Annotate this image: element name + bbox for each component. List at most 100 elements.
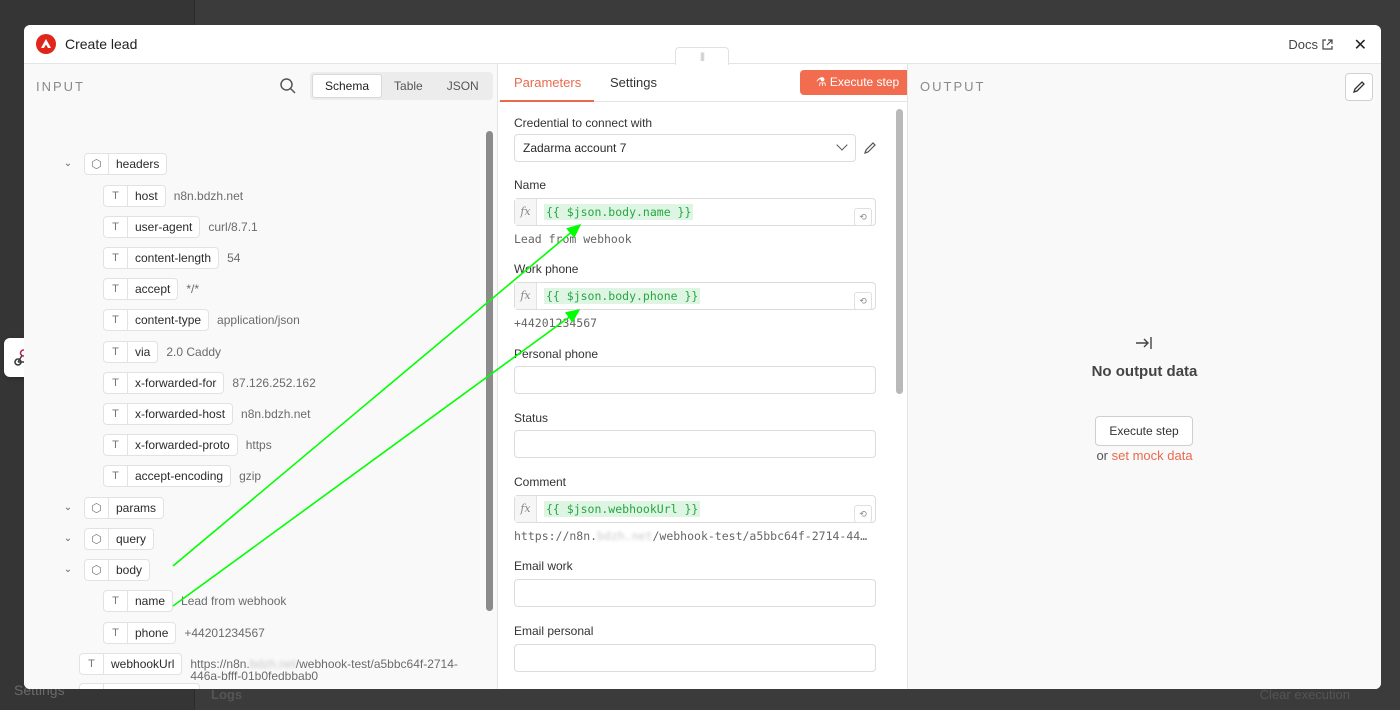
field-label-email-work: Email work — [514, 559, 573, 573]
tree-row-x-forwarded-for[interactable]: Tx-forwarded-for 87.126.252.162 — [103, 372, 316, 394]
schema-value: test — [208, 687, 227, 689]
email-work-input[interactable] — [514, 579, 876, 607]
input-scrollbar[interactable] — [486, 131, 493, 611]
tab-parameters[interactable]: Parameters — [514, 75, 581, 90]
reset-icon[interactable]: ⟲ — [854, 505, 872, 523]
schema-key-label: via — [135, 345, 151, 359]
schema-value: n8n.bdzh.net — [241, 407, 311, 421]
tree-row-name[interactable]: Tname Lead from webhook — [103, 590, 286, 612]
comment-expression-input[interactable]: fx {{ $json.webhookUrl }} ⟲ — [514, 495, 876, 523]
execute-step-label: Execute step — [829, 75, 900, 89]
output-panel: OUTPUT No output data Execute step or se… — [908, 64, 1381, 689]
schema-key-pill[interactable]: Tcontent-type — [103, 309, 210, 331]
tree-row-user-agent[interactable]: Tuser-agent curl/8.7.1 — [103, 216, 258, 238]
schema-key-pill[interactable]: ⬡ headers — [84, 153, 168, 175]
tree-row-accept-encoding[interactable]: Taccept-encoding gzip — [103, 465, 261, 487]
comment-preview: https://n8n.bdzh.net/webhook-test/a5bbc6… — [514, 529, 876, 543]
or-label: or — [1096, 448, 1108, 463]
comment-preview-prefix: https://n8n. — [514, 529, 598, 543]
schema-key-label: params — [116, 501, 157, 515]
string-type-icon: T — [104, 217, 128, 237]
credential-select[interactable]: Zadarma account 7 — [514, 134, 856, 162]
schema-key-pill[interactable]: ⬡ body — [84, 559, 151, 581]
schema-key-label: accept-encoding — [135, 469, 224, 483]
tree-row-phone[interactable]: Tphone +44201234567 — [103, 622, 265, 644]
tree-row-body[interactable]: ⌄ ⬡ body — [62, 559, 151, 581]
status-input[interactable] — [514, 430, 876, 458]
schema-key-pill[interactable]: TwebhookUrl — [79, 653, 183, 675]
schema-value: 54 — [227, 251, 241, 265]
schema-key-pill[interactable]: Taccept-encoding — [103, 465, 232, 487]
string-type-icon: T — [80, 684, 104, 689]
schema-key-pill[interactable]: Tvia — [103, 341, 159, 363]
execute-step-button[interactable]: ⚗ Execute step — [800, 70, 907, 95]
tab-settings[interactable]: Settings — [610, 75, 657, 90]
output-panel-label: OUTPUT — [920, 79, 986, 94]
edit-output-button[interactable] — [1345, 73, 1373, 101]
schema-tree: ⌄ ⬡ headers Thost n8n.bdzh.net Tuser-agent cur… — [24, 64, 497, 689]
personal-phone-input[interactable] — [514, 366, 876, 394]
modal-title: Create lead — [65, 36, 138, 52]
schema-value: +44201234567 — [184, 626, 265, 640]
string-type-icon: T — [104, 591, 128, 611]
email-personal-input[interactable] — [514, 644, 876, 672]
tree-row-executionMode[interactable]: TexecutionMode test — [79, 683, 228, 689]
schema-key-pill[interactable]: ⬡ query — [84, 528, 155, 550]
work-phone-preview: +44201234567 — [514, 316, 598, 330]
reset-icon[interactable]: ⟲ — [854, 208, 872, 226]
chevron-down-icon[interactable]: ⌄ — [62, 533, 74, 545]
params-scrollbar[interactable] — [896, 109, 903, 394]
schema-key-label: content-type — [135, 313, 202, 327]
chevron-down-icon[interactable]: ⌄ — [62, 564, 74, 576]
parameters-panel: Parameters Settings ⚗ Execute step Crede… — [498, 64, 908, 689]
tree-row-content-type[interactable]: Tcontent-type application/json — [103, 309, 300, 331]
comment-expression-code: {{ $json.webhookUrl }} — [544, 501, 701, 517]
close-button[interactable]: ✕ — [1354, 35, 1367, 55]
string-type-icon: T — [104, 248, 128, 268]
docs-label: Docs — [1288, 37, 1318, 52]
schema-key-pill[interactable]: TexecutionMode — [79, 683, 201, 689]
schema-value: curl/8.7.1 — [208, 220, 258, 234]
work-phone-expression-input[interactable]: fx {{ $json.body.phone }} ⟲ — [514, 282, 876, 310]
schema-value: application/json — [217, 313, 300, 327]
string-type-icon: T — [104, 310, 128, 330]
schema-value: Lead from webhook — [181, 594, 287, 608]
tree-row-via[interactable]: Tvia 2.0 Caddy — [103, 341, 221, 363]
schema-key-pill[interactable]: Taccept — [103, 278, 179, 300]
schema-key-pill[interactable]: Tx-forwarded-proto — [103, 434, 238, 456]
output-execute-step-button[interactable]: Execute step — [1095, 416, 1193, 446]
tree-row-headers[interactable]: ⌄ ⬡ headers — [62, 153, 168, 175]
schema-key-pill[interactable]: Tphone — [103, 622, 177, 644]
tree-row-x-forwarded-proto[interactable]: Tx-forwarded-proto https — [103, 434, 272, 456]
schema-key-label: user-agent — [135, 220, 193, 234]
reset-icon[interactable]: ⟲ — [854, 292, 872, 310]
cube-icon: ⬡ — [85, 154, 109, 174]
schema-key-pill[interactable]: ⬡ params — [84, 497, 165, 519]
schema-key-pill[interactable]: Thost — [103, 185, 166, 207]
schema-key-pill[interactable]: Tx-forwarded-for — [103, 372, 225, 394]
schema-key-pill[interactable]: Tx-forwarded-host — [103, 403, 234, 425]
set-mock-data-link[interactable]: set mock data — [1112, 448, 1193, 463]
tree-row-params[interactable]: ⌄ ⬡ params — [62, 497, 165, 519]
edit-credential-icon[interactable] — [862, 140, 878, 156]
tree-row-query[interactable]: ⌄ ⬡ query — [62, 528, 155, 550]
schema-key-pill[interactable]: Tcontent-length — [103, 247, 220, 269]
docs-link[interactable]: Docs — [1288, 37, 1333, 52]
chevron-down-icon[interactable]: ⌄ — [62, 158, 74, 170]
schema-key-label: x-forwarded-for — [135, 376, 217, 390]
field-label-comment: Comment — [514, 475, 567, 489]
field-label-work-phone: Work phone — [514, 262, 579, 276]
panel-drag-handle[interactable]: ||| — [675, 47, 729, 65]
work-phone-expression-code: {{ $json.body.phone }} — [544, 288, 701, 304]
tree-row-host[interactable]: Thost n8n.bdzh.net — [103, 185, 243, 207]
schema-key-pill[interactable]: Tname — [103, 590, 174, 612]
tree-row-accept[interactable]: Taccept */* — [103, 278, 199, 300]
comment-preview-blurred: bdzh.net — [597, 529, 653, 543]
schema-key-pill[interactable]: Tuser-agent — [103, 216, 201, 238]
tree-row-content-length[interactable]: Tcontent-length 54 — [103, 247, 240, 269]
comment-preview-suffix: /webhook-test/a5bbc64f-2714-44… — [652, 529, 868, 543]
chevron-down-icon[interactable]: ⌄ — [62, 502, 74, 514]
tree-row-webhookUrl[interactable]: TwebhookUrl https://n8n.bdzh.net/webhook-… — [79, 653, 460, 682]
name-expression-input[interactable]: fx {{ $json.body.name }} ⟲ — [514, 198, 876, 226]
tree-row-x-forwarded-host[interactable]: Tx-forwarded-host n8n.bdzh.net — [103, 403, 310, 425]
